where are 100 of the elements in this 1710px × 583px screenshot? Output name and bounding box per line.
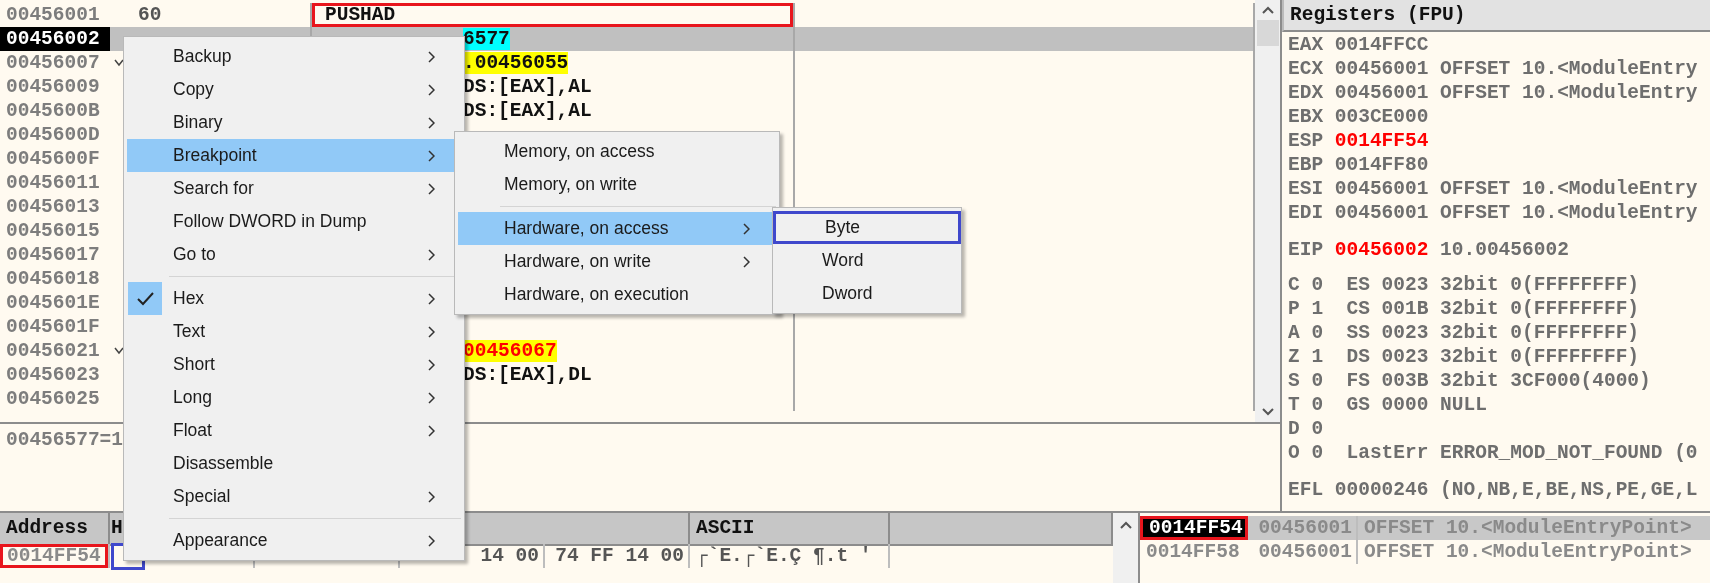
menu-item[interactable]: Long <box>127 381 461 414</box>
address-cell-text: 0045600F <box>5 147 101 171</box>
register-name: ESP <box>1288 129 1325 153</box>
flag-value[interactable]: 1 <box>1311 297 1347 321</box>
menu-item[interactable]: Byte <box>773 211 961 244</box>
instruction-cell: DS:[EAX],AL <box>463 75 592 99</box>
instruction-cell: DS:[EAX],AL <box>463 99 592 123</box>
address-cell-text: 00456013 <box>5 195 101 219</box>
segment-info: CS 001B 32bit 0(FFFFFFFF) <box>1346 297 1640 321</box>
address-cell-text: 00456023 <box>5 363 101 387</box>
menu-item[interactable]: Search for <box>127 172 461 205</box>
scroll-up-icon <box>1119 521 1132 529</box>
chevron-right-icon <box>428 84 435 96</box>
menu-item[interactable]: Memory, on write <box>458 168 776 201</box>
register-value[interactable]: 0014FF54 <box>1334 129 1429 153</box>
register-value[interactable]: 00456001 <box>1334 177 1429 201</box>
register-name: EFL <box>1288 478 1325 502</box>
register-value[interactable]: 0014FF80 <box>1334 153 1429 177</box>
register-name: ECX <box>1288 57 1325 81</box>
checkmark-icon <box>128 282 162 315</box>
menu-item[interactable]: Memory, on access <box>458 135 776 168</box>
address-cell-text: 00456025 <box>5 387 101 411</box>
address-cell-text: 00456007 <box>5 51 101 75</box>
register-value[interactable]: 0014FFCC <box>1334 33 1429 57</box>
menu-item[interactable]: Binary <box>127 106 461 139</box>
register-name: EBP <box>1288 153 1325 177</box>
flag-value[interactable]: 0 <box>1311 321 1347 345</box>
flag-value[interactable]: 0 <box>1311 273 1347 297</box>
flag-value[interactable]: 0 <box>1311 393 1347 417</box>
register-value[interactable]: 00456001 <box>1334 201 1429 225</box>
flag-name: O <box>1288 441 1301 465</box>
instruction-cell: PUSHAD <box>312 3 793 27</box>
column-header[interactable]: ASCII <box>690 513 890 546</box>
instruction-cell: 6577 <box>463 27 510 51</box>
register-comment: OFFSET 10.<ModuleEntry <box>1440 201 1698 225</box>
column-header[interactable] <box>890 513 1113 546</box>
address-cell-text: 00456001 <box>5 3 101 27</box>
menu-item[interactable]: Text <box>127 315 461 348</box>
register-value[interactable]: 00000246 <box>1334 478 1429 502</box>
register-name: EBX <box>1288 105 1325 129</box>
chevron-right-icon <box>428 51 435 63</box>
menu-item[interactable]: Hardware, on write <box>458 245 776 278</box>
register-value[interactable]: 00456001 <box>1334 81 1429 105</box>
stack-address: 0014FF58 <box>1145 540 1241 564</box>
segment-info: FS 003B 32bit 3CF000(4000) <box>1346 369 1651 393</box>
menu-item[interactable]: Appearance <box>127 524 461 557</box>
register-comment: OFFSET 10.<ModuleEntry <box>1440 177 1698 201</box>
hex-cell: 14 00 <box>480 545 539 567</box>
chevron-right-icon <box>428 535 435 547</box>
chevron-right-icon <box>428 359 435 371</box>
address-cell-text: 00456018 <box>5 267 101 291</box>
scroll-up-icon <box>1261 6 1274 14</box>
flag-name: P <box>1288 297 1301 321</box>
column-header[interactable]: Address <box>0 513 110 546</box>
scrollbar[interactable] <box>1255 0 1280 422</box>
segment-info: DS 0023 32bit 0(FFFFFFFF) <box>1346 345 1640 369</box>
register-value[interactable]: 00456002 <box>1334 238 1429 262</box>
menu-item[interactable]: Go to <box>127 238 461 271</box>
segment-info: GS 0000 NULL <box>1346 393 1487 417</box>
hex-cell: 74 FF 14 00 <box>555 545 684 567</box>
flag-name: A <box>1288 321 1301 345</box>
scroll-thumb[interactable] <box>1256 20 1279 46</box>
hex-cell: 60 <box>138 3 162 27</box>
address-cell-text: 0045601F <box>5 315 101 339</box>
flag-value[interactable]: 0 <box>1311 441 1347 465</box>
menu-item[interactable]: Special <box>127 480 461 513</box>
menu-item[interactable]: Copy <box>127 73 461 106</box>
chevron-right-icon <box>428 293 435 305</box>
address-cell-text: 00456021 <box>5 339 101 363</box>
register-name: EDI <box>1288 201 1325 225</box>
chevron-right-icon <box>428 491 435 503</box>
register-value[interactable]: 003CE000 <box>1334 105 1429 129</box>
register-value[interactable]: 00456001 <box>1334 57 1429 81</box>
flag-name: C <box>1288 273 1301 297</box>
menu-item[interactable]: Word <box>776 244 958 277</box>
menu-item[interactable]: Hex <box>127 282 461 315</box>
chevron-right-icon <box>428 392 435 404</box>
chevron-right-icon <box>428 425 435 437</box>
register-name: ESI <box>1288 177 1325 201</box>
panel-title: Registers (FPU) <box>1290 4 1466 26</box>
stack-comment: OFFSET 10.<ModuleEntryPoint> <box>1364 517 1692 539</box>
address-cell-text: 0045601E <box>5 291 101 315</box>
menu-item[interactable]: Dword <box>776 277 958 310</box>
flag-value[interactable]: 0 <box>1311 369 1347 393</box>
address-cell: 0014FF54 <box>0 544 108 568</box>
flag-name: D <box>1288 417 1301 441</box>
address-cell-text: 0045600D <box>5 123 101 147</box>
menu-item[interactable]: Short <box>127 348 461 381</box>
menu-item[interactable]: Float <box>127 414 461 447</box>
chevron-right-icon <box>428 326 435 338</box>
flag-value[interactable]: 1 <box>1311 345 1347 369</box>
stack-value: 00456001 <box>1258 517 1352 539</box>
menu-item[interactable]: Hardware, on execution <box>458 278 776 311</box>
register-comment: OFFSET 10.<ModuleEntry <box>1440 57 1698 81</box>
flag-value[interactable]: 0 <box>1311 417 1347 441</box>
chevron-right-icon <box>743 223 750 235</box>
menu-item[interactable]: Disassemble <box>127 447 461 480</box>
scrollbar[interactable] <box>1113 513 1138 583</box>
chevron-right-icon <box>428 183 435 195</box>
segment-info: SS 0023 32bit 0(FFFFFFFF) <box>1346 321 1640 345</box>
